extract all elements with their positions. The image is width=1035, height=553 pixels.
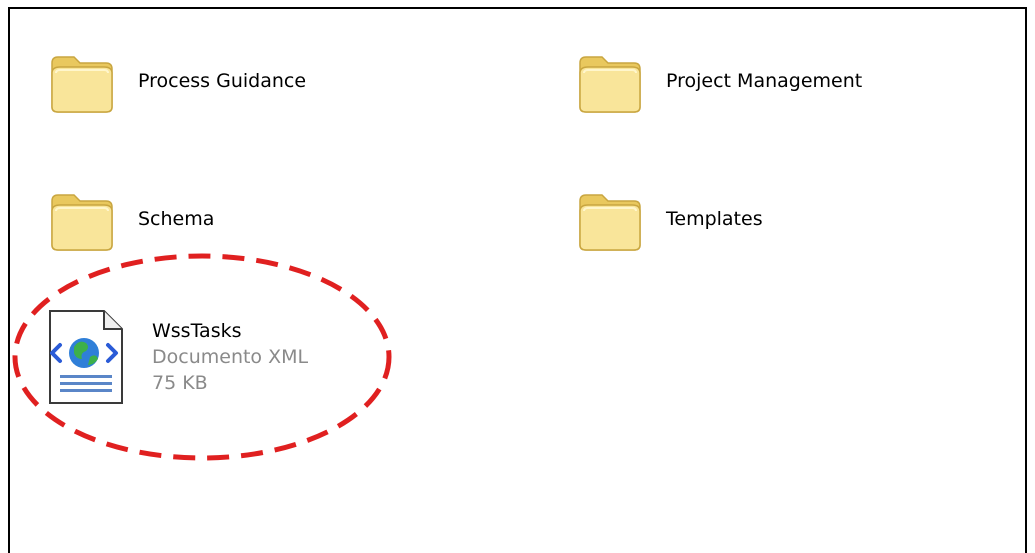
xml-document-icon [49,310,123,404]
file-details: WssTasks Documento XML 75 KB [152,318,308,396]
folder-schema[interactable]: Schema [48,185,214,253]
folder-label: Process Guidance [138,70,307,92]
folder-icon [579,56,641,113]
folder-label: Schema [138,208,215,230]
folder-process-guidance[interactable]: Process Guidance [48,47,306,115]
folder-label: Project Management [666,70,863,92]
file-browser-frame: Process Guidance Project Management Sche… [8,7,1027,553]
folder-label: Templates [666,208,763,230]
folder-project-management[interactable]: Project Management [576,47,862,115]
folder-icon [51,194,113,251]
folder-icon [579,194,641,251]
file-size: 75 KB [152,372,208,394]
folder-templates[interactable]: Templates [576,185,763,253]
file-name: WssTasks [152,320,242,342]
file-type: Documento XML [152,346,309,368]
file-wsstasks[interactable]: WssTasks Documento XML 75 KB [46,307,308,407]
folder-icon [51,56,113,113]
